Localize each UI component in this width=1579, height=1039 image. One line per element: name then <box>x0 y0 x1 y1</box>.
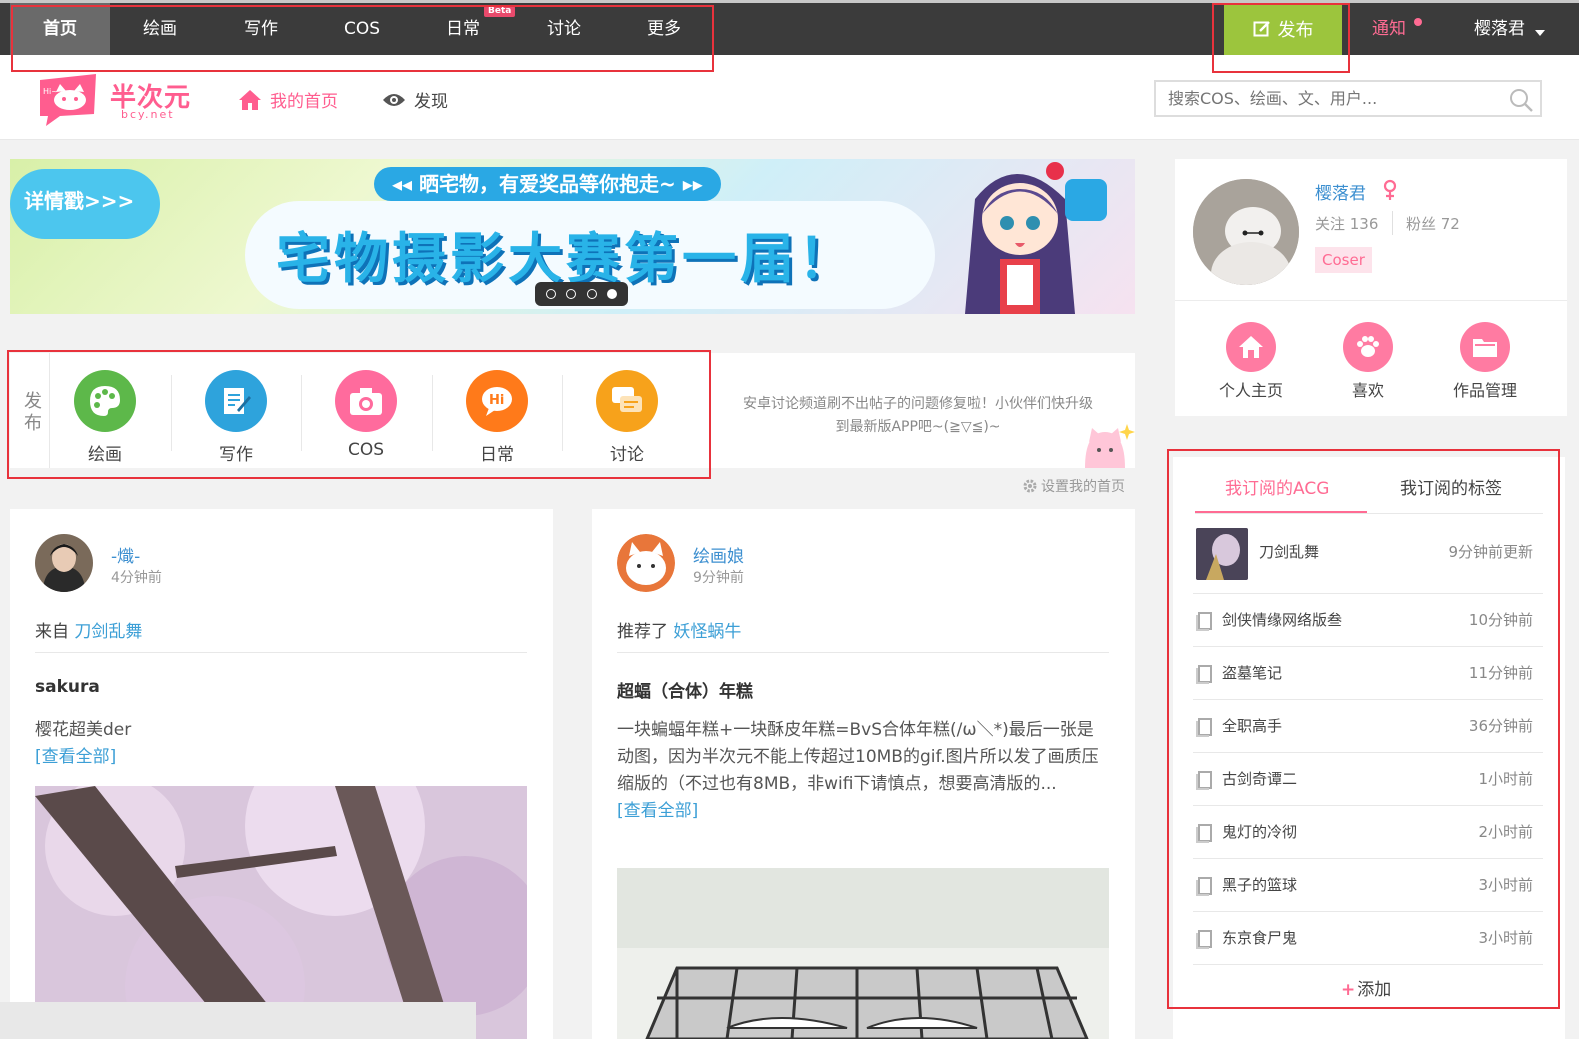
svg-text:Hi~: Hi~ <box>43 87 58 96</box>
annotation-box-nav <box>11 5 714 72</box>
post-title[interactable]: sakura <box>35 677 100 697</box>
home-icon <box>1226 322 1276 372</box>
notifications-link[interactable]: 通知 <box>1372 3 1406 55</box>
profile-card: 樱落君 关注 136 粉丝 72 Coser 个人主页 喜欢 作品管理 <box>1175 159 1567 416</box>
personal-page-button[interactable]: 个人主页 <box>1196 322 1306 401</box>
profile-name[interactable]: 樱落君 <box>1315 179 1366 204</box>
view-all-link[interactable]: [查看全部] <box>617 798 1109 825</box>
works-management-label: 作品管理 <box>1452 381 1517 400</box>
divider <box>35 652 527 653</box>
logo-icon[interactable]: Hi~ <box>36 72 100 126</box>
following-count[interactable]: 关注 136 <box>1315 213 1378 234</box>
notification-dot <box>1414 18 1422 26</box>
banner-detail-link[interactable]: 详情戳>>> <box>24 185 134 214</box>
post-image[interactable] <box>617 868 1109 1039</box>
post-excerpt: 樱花超美der <box>35 720 132 740</box>
post-source: 来自 刀剑乱舞 <box>35 617 142 642</box>
eye-icon <box>383 93 405 106</box>
avatar[interactable] <box>1193 179 1299 285</box>
mascot-icon <box>1085 424 1135 468</box>
post-body: 一块蝙蝠年糕+一块酥皮年糕=BvS合体年糕(/ω＼*)最后一张是动图，因为半次元… <box>617 717 1109 825</box>
post-title[interactable]: 超蝠（合体）年糕 <box>617 677 753 702</box>
divider <box>1175 300 1567 301</box>
banner-subtitle: ◂◂ 晒宅物，有爱奖品等你抱走~ ▸▸ <box>374 167 721 201</box>
camera-icon <box>1065 179 1107 221</box>
discover-link[interactable]: 发现 <box>382 87 448 112</box>
works-management-button[interactable]: 作品管理 <box>1430 322 1540 401</box>
paw-icon <box>1343 322 1393 372</box>
carousel-dot[interactable] <box>546 289 557 299</box>
user-menu[interactable]: 樱落君 <box>1474 3 1525 55</box>
post-body: 樱花超美der [查看全部] <box>35 717 527 771</box>
search-input[interactable] <box>1156 82 1496 115</box>
annotation-box-publish <box>1212 3 1350 73</box>
logo-domain: bcy.net <box>121 108 175 121</box>
search-box <box>1154 80 1542 117</box>
author-name[interactable]: 绘画娘 <box>693 542 744 567</box>
promo-banner[interactable]: 详情戳>>> ◂◂ 晒宅物，有爱奖品等你抱走~ ▸▸ 宅物摄影大赛第一届！ <box>10 159 1135 314</box>
source-prefix: 来自 <box>35 622 69 642</box>
avatar[interactable] <box>35 534 93 592</box>
likes-label: 喜欢 <box>1351 381 1384 400</box>
post-excerpt: 一块蝙蝠年糕+一块酥皮年糕=BvS合体年糕(/ω＼*)最后一张是动图，因为半次元… <box>617 720 1099 794</box>
source-prefix: 推荐了 <box>617 622 668 642</box>
chevron-down-icon[interactable] <box>1535 30 1545 36</box>
role-badge: Coser <box>1315 247 1372 273</box>
search-icon[interactable] <box>1508 87 1534 113</box>
view-all-link[interactable]: [查看全部] <box>35 744 527 771</box>
avatar[interactable] <box>617 534 675 592</box>
feed-card: 绘画娘 9分钟前 推荐了 妖怪蜗牛 超蝠（合体）年糕 一块蝙蝠年糕+一块酥皮年糕… <box>592 509 1135 1039</box>
feed-card: -熾- 4分钟前 来自 刀剑乱舞 sakura 樱花超美der [查看全部] <box>10 509 553 1039</box>
announcement-text[interactable]: 安卓讨论频道刷不出帖子的问题修复啦！小伙伴们快升级到最新版APP吧~(≧▽≦)~ <box>743 393 1093 439</box>
annotation-box-publish-panel <box>7 350 711 479</box>
my-home-link[interactable]: 我的首页 <box>238 87 338 112</box>
post-source: 推荐了 妖怪蜗牛 <box>617 617 741 642</box>
horizontal-scrollbar[interactable] <box>0 1002 476 1039</box>
author-name[interactable]: -熾- <box>111 542 140 567</box>
divider <box>617 652 1109 653</box>
home-icon <box>239 89 261 110</box>
divider <box>1392 211 1393 235</box>
followers-count[interactable]: 粉丝 72 <box>1406 213 1460 234</box>
home-settings-link[interactable]: 设置我的首页 <box>1022 476 1125 496</box>
my-home-label: 我的首页 <box>270 92 338 112</box>
likes-button[interactable]: 喜欢 <box>1313 322 1423 401</box>
carousel-dots <box>535 282 628 306</box>
source-link[interactable]: 妖怪蜗牛 <box>673 622 741 642</box>
carousel-dot[interactable] <box>566 289 577 299</box>
source-link[interactable]: 刀剑乱舞 <box>74 622 142 642</box>
post-time: 9分钟前 <box>693 570 744 586</box>
folder-icon <box>1460 322 1510 372</box>
carousel-dot-active[interactable] <box>606 289 617 299</box>
home-settings-label: 设置我的首页 <box>1041 479 1125 495</box>
gear-icon <box>1023 479 1037 493</box>
discover-label: 发现 <box>414 92 448 112</box>
personal-page-label: 个人主页 <box>1218 381 1283 400</box>
post-time: 4分钟前 <box>111 570 162 586</box>
annotation-box-subscriptions <box>1167 449 1560 1009</box>
female-icon <box>1383 179 1397 200</box>
carousel-dot[interactable] <box>586 289 597 299</box>
